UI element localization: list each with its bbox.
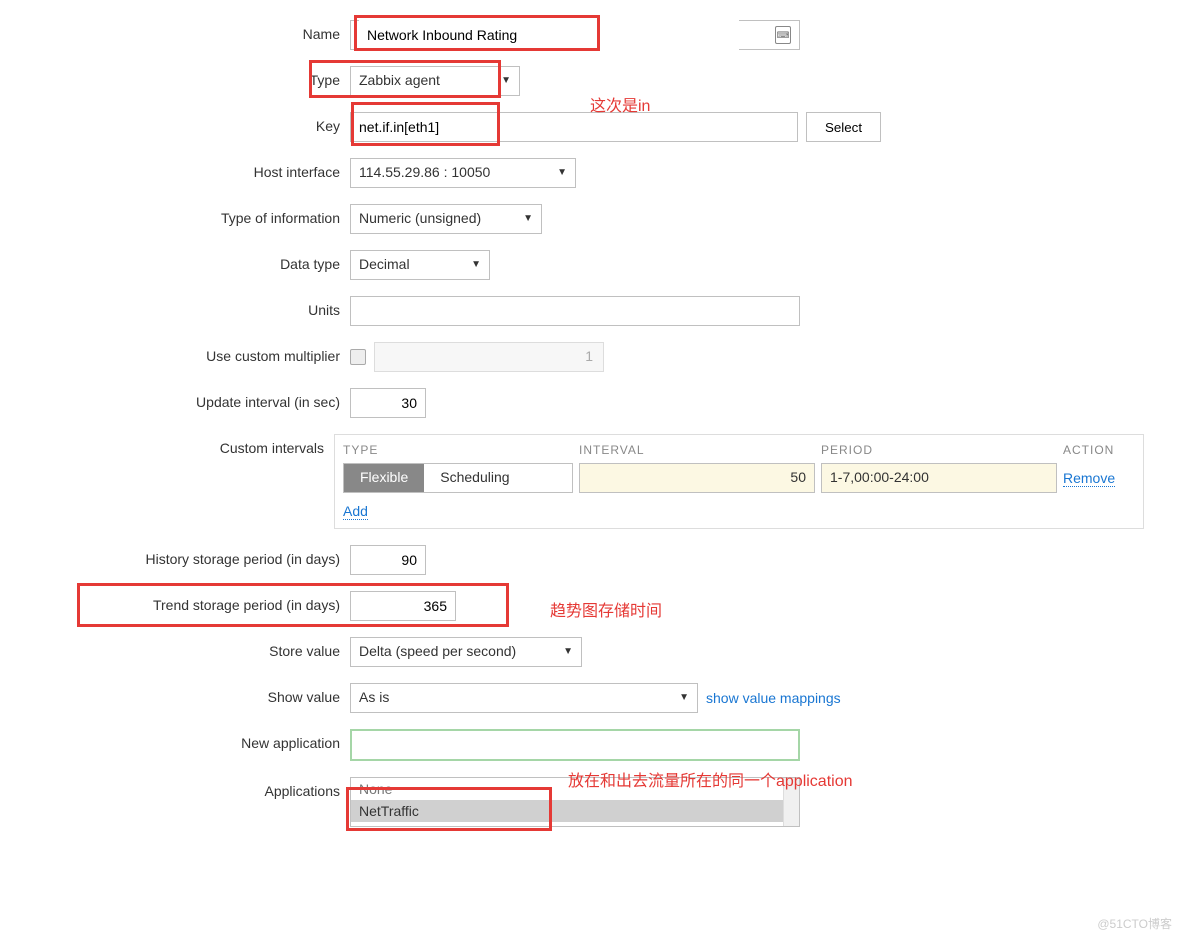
show-value-mappings-link[interactable]: show value mappings xyxy=(706,690,841,706)
type-select[interactable]: Zabbix agent xyxy=(350,66,520,96)
seg-flexible[interactable]: Flexible xyxy=(344,464,424,492)
label-units: Units xyxy=(40,296,350,318)
label-type: Type xyxy=(40,66,350,88)
label-applications: Applications xyxy=(40,777,350,799)
keyboard-icon: ⌨ xyxy=(775,26,791,44)
label-trend: Trend storage period (in days) xyxy=(40,591,350,613)
annotation-trend: 趋势图存储时间 xyxy=(550,597,662,621)
multiplier-value: 1 xyxy=(374,342,604,372)
label-history: History storage period (in days) xyxy=(40,545,350,567)
units-input[interactable] xyxy=(350,296,800,326)
watermark: @51CTO博客 xyxy=(1097,915,1172,932)
app-option-nettraffic[interactable]: NetTraffic xyxy=(351,800,799,822)
ci-remove-link[interactable]: Remove xyxy=(1063,470,1115,487)
host-interface-select[interactable]: 114.55.29.86 : 10050 xyxy=(350,158,576,188)
label-show-value: Show value xyxy=(40,683,350,705)
name-input-wrap[interactable]: ⌨ xyxy=(350,20,800,50)
label-type-info: Type of information xyxy=(40,204,350,226)
type-info-select[interactable]: Numeric (unsigned) xyxy=(350,204,542,234)
history-input[interactable] xyxy=(350,545,426,575)
ci-header-period: PERIOD xyxy=(821,443,1057,457)
name-input[interactable] xyxy=(359,20,739,50)
label-new-app: New application xyxy=(40,729,350,751)
label-multiplier: Use custom multiplier xyxy=(40,342,350,364)
select-button[interactable]: Select xyxy=(806,112,881,142)
label-update-interval: Update interval (in sec) xyxy=(40,388,350,410)
update-interval-input[interactable] xyxy=(350,388,426,418)
annotation-key: 这次是in xyxy=(590,92,650,116)
label-store-value: Store value xyxy=(40,637,350,659)
ci-add-link[interactable]: Add xyxy=(343,503,368,520)
label-host-interface: Host interface xyxy=(40,158,350,180)
label-name: Name xyxy=(40,20,350,42)
show-value-select[interactable]: As is xyxy=(350,683,698,713)
ci-interval-input[interactable]: 50 xyxy=(579,463,815,493)
new-application-input[interactable] xyxy=(350,729,800,761)
annotation-applications: 放在和出去流量所在的同一个application xyxy=(568,767,853,791)
ci-period-input[interactable]: 1-7,00:00-24:00 xyxy=(821,463,1057,493)
seg-scheduling[interactable]: Scheduling xyxy=(424,464,525,492)
store-value-select[interactable]: Delta (speed per second) xyxy=(350,637,582,667)
custom-intervals-box: TYPE INTERVAL PERIOD ACTION Flexible Sch… xyxy=(334,434,1144,529)
multiplier-checkbox[interactable] xyxy=(350,349,366,365)
label-key: Key xyxy=(40,112,350,134)
key-input[interactable] xyxy=(350,112,798,142)
ci-header-type: TYPE xyxy=(343,443,573,457)
label-data-type: Data type xyxy=(40,250,350,272)
trend-input[interactable] xyxy=(350,591,456,621)
label-custom-intervals: Custom intervals xyxy=(40,434,334,456)
ci-type-segment[interactable]: Flexible Scheduling xyxy=(343,463,573,493)
ci-header-interval: INTERVAL xyxy=(579,443,815,457)
data-type-select[interactable]: Decimal xyxy=(350,250,490,280)
ci-header-action: ACTION xyxy=(1063,443,1143,457)
